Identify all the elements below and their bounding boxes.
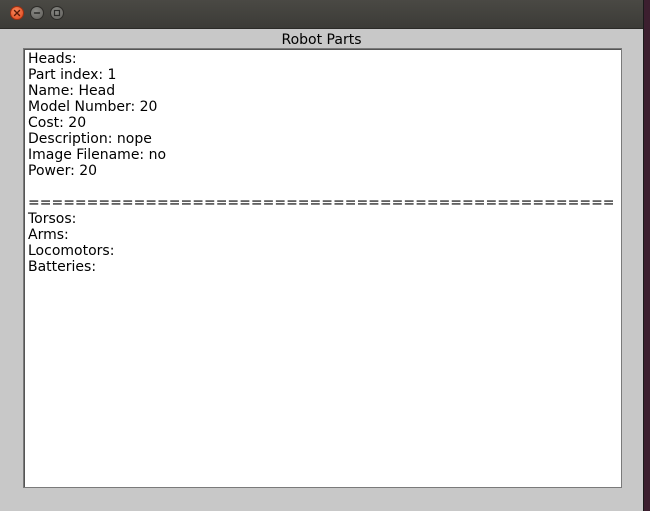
close-button[interactable] — [10, 6, 24, 20]
text-line: Model Number: 20 — [28, 99, 158, 115]
text-line: Power: 20 — [28, 163, 98, 179]
parts-text-area[interactable]: Heads: Part index: 1 Name: Head Model Numbe… — [23, 48, 622, 488]
text-line: Part index: 1 — [28, 67, 117, 83]
maximize-icon — [53, 9, 61, 17]
close-icon — [13, 9, 21, 17]
minimize-icon — [33, 12, 41, 14]
separator-line: ========================================… — [28, 195, 615, 211]
text-line: Name: Head — [28, 83, 116, 99]
text-line: Batteries: — [28, 259, 97, 275]
panel-title: Robot Parts — [281, 32, 362, 48]
text-line: Cost: 20 — [28, 115, 87, 131]
window-titlebar[interactable] — [0, 0, 643, 29]
window-content: Robot Parts Heads: Part index: 1 Name: Hea… — [0, 29, 643, 511]
text-line: Heads: — [28, 51, 77, 67]
text-line: Locomotors: — [28, 243, 115, 259]
app-window: Robot Parts Heads: Part index: 1 Name: Hea… — [0, 0, 644, 511]
text-line: Arms: — [28, 227, 69, 243]
maximize-button[interactable] — [50, 6, 64, 20]
desktop-background: Robot Parts Heads: Part index: 1 Name: Hea… — [0, 0, 650, 511]
minimize-button[interactable] — [30, 6, 44, 20]
text-line: Torsos: — [28, 211, 77, 227]
text-line — [28, 179, 617, 195]
text-line: Image Filename: no — [28, 147, 167, 163]
text-line: Description: nope — [28, 131, 152, 147]
